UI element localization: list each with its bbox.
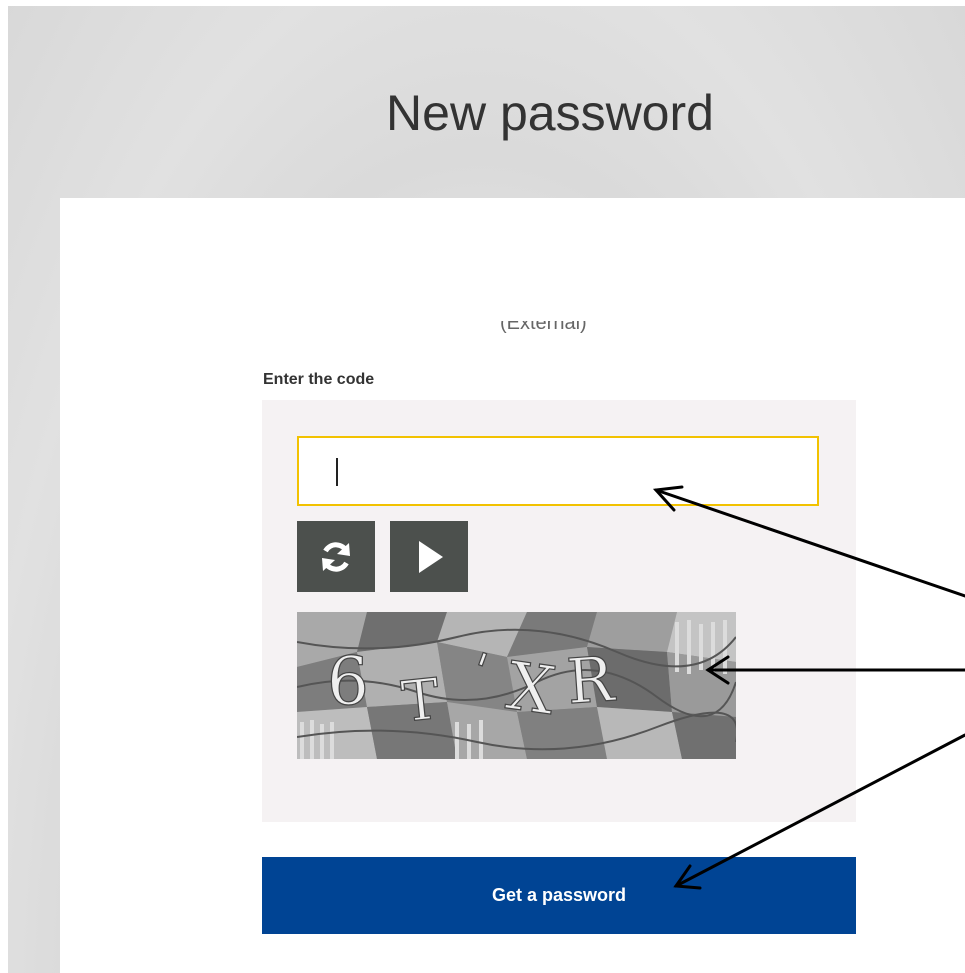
svg-text:R: R: [564, 642, 618, 718]
text-caret: [336, 458, 338, 486]
top-edge: [0, 0, 965, 6]
subtitle-text: (External): [500, 321, 587, 334]
refresh-captcha-button[interactable]: [297, 521, 375, 592]
subtitle-fragment: (External): [500, 321, 630, 341]
play-audio-button[interactable]: [390, 521, 468, 592]
page-title: New password: [386, 85, 714, 141]
svg-text:6: 6: [327, 643, 369, 720]
captcha-image: 6 T ' X R: [297, 612, 736, 759]
refresh-icon: [322, 541, 350, 572]
get-password-button[interactable]: Get a password: [262, 857, 856, 934]
play-audio-icon: [419, 540, 443, 573]
captcha-code-input[interactable]: [297, 436, 819, 506]
left-edge: [0, 0, 8, 973]
code-label: Enter the code: [263, 371, 375, 388]
svg-text:T: T: [399, 667, 443, 736]
